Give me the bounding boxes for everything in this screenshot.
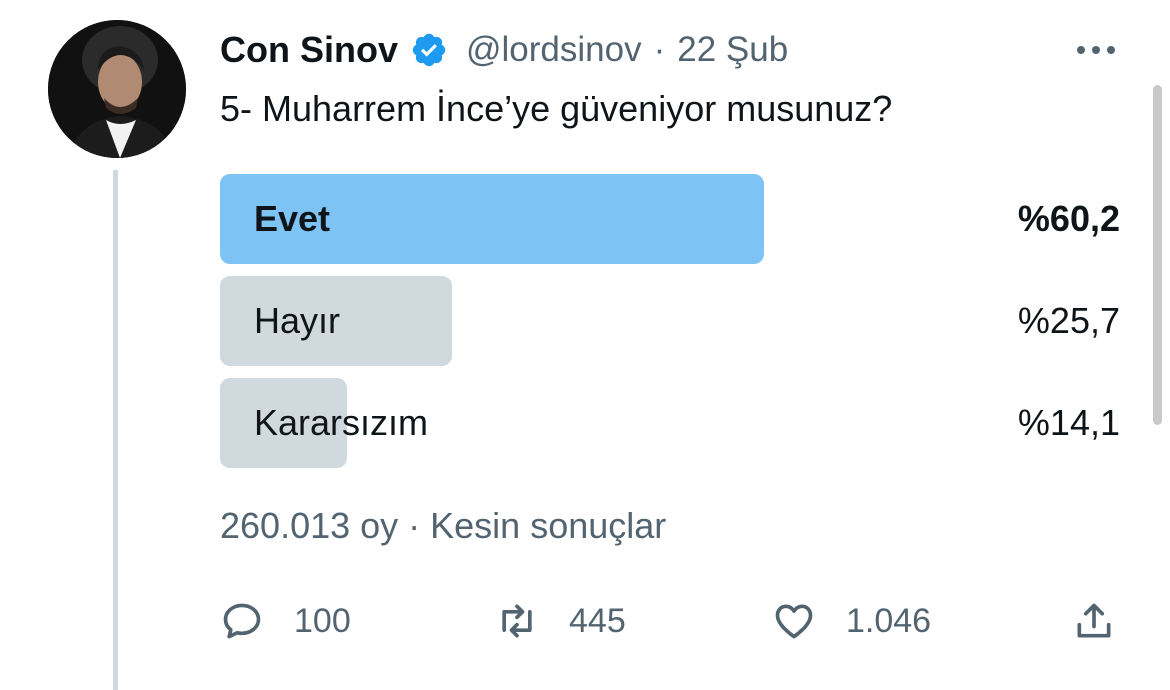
- retweet-button[interactable]: 445: [495, 595, 626, 647]
- retweet-icon: [502, 604, 532, 638]
- poll-option-percent: %25,7: [1017, 300, 1120, 341]
- scrollbar[interactable]: [1153, 85, 1162, 425]
- more-options-button[interactable]: [1070, 30, 1122, 70]
- retweet-count: 445: [569, 601, 626, 640]
- poll-option-label: Evet: [254, 198, 331, 239]
- thread-line: [113, 170, 118, 690]
- poll-footer: 260.013 oy · Kesin sonuçlar: [220, 505, 667, 546]
- avatar[interactable]: [48, 20, 186, 158]
- separator-dot: ·: [653, 30, 666, 69]
- poll-option-evet[interactable]: Evet %60,2: [220, 174, 1120, 264]
- poll-option-percent: %60,2: [1017, 198, 1120, 239]
- like-button[interactable]: 1.046: [772, 595, 931, 647]
- tweet-actions: 100 445 1.046: [220, 595, 1120, 647]
- tweet-text: 5- Muharrem İnce’ye güveniyor musunuz?: [220, 88, 893, 129]
- author-handle[interactable]: @lordsinov: [466, 30, 642, 70]
- tweet-date[interactable]: 22 Şub: [677, 30, 788, 70]
- verified-badge-icon: [410, 31, 448, 69]
- poll-option-label: Hayır: [254, 300, 341, 341]
- share-button[interactable]: [1072, 595, 1116, 647]
- poll-option-label: Kararsızım: [254, 402, 429, 443]
- reply-button[interactable]: 100: [220, 595, 351, 647]
- reply-count: 100: [294, 601, 351, 640]
- share-icon: [1077, 603, 1111, 638]
- like-count: 1.046: [846, 601, 932, 640]
- poll-option-percent: %14,1: [1017, 402, 1120, 443]
- avatar-image: [48, 20, 186, 158]
- author-name[interactable]: Con Sinov: [220, 29, 398, 71]
- heart-icon: [775, 604, 813, 639]
- more-dots-icon: [1077, 46, 1115, 54]
- reply-icon: [223, 603, 261, 639]
- tweet-header: Con Sinov @lordsinov · 22 Şub: [220, 24, 788, 76]
- poll-option-kararsizim[interactable]: Kararsızım %14,1: [220, 378, 1120, 468]
- poll-option-hayir[interactable]: Hayır %25,7: [220, 276, 1120, 366]
